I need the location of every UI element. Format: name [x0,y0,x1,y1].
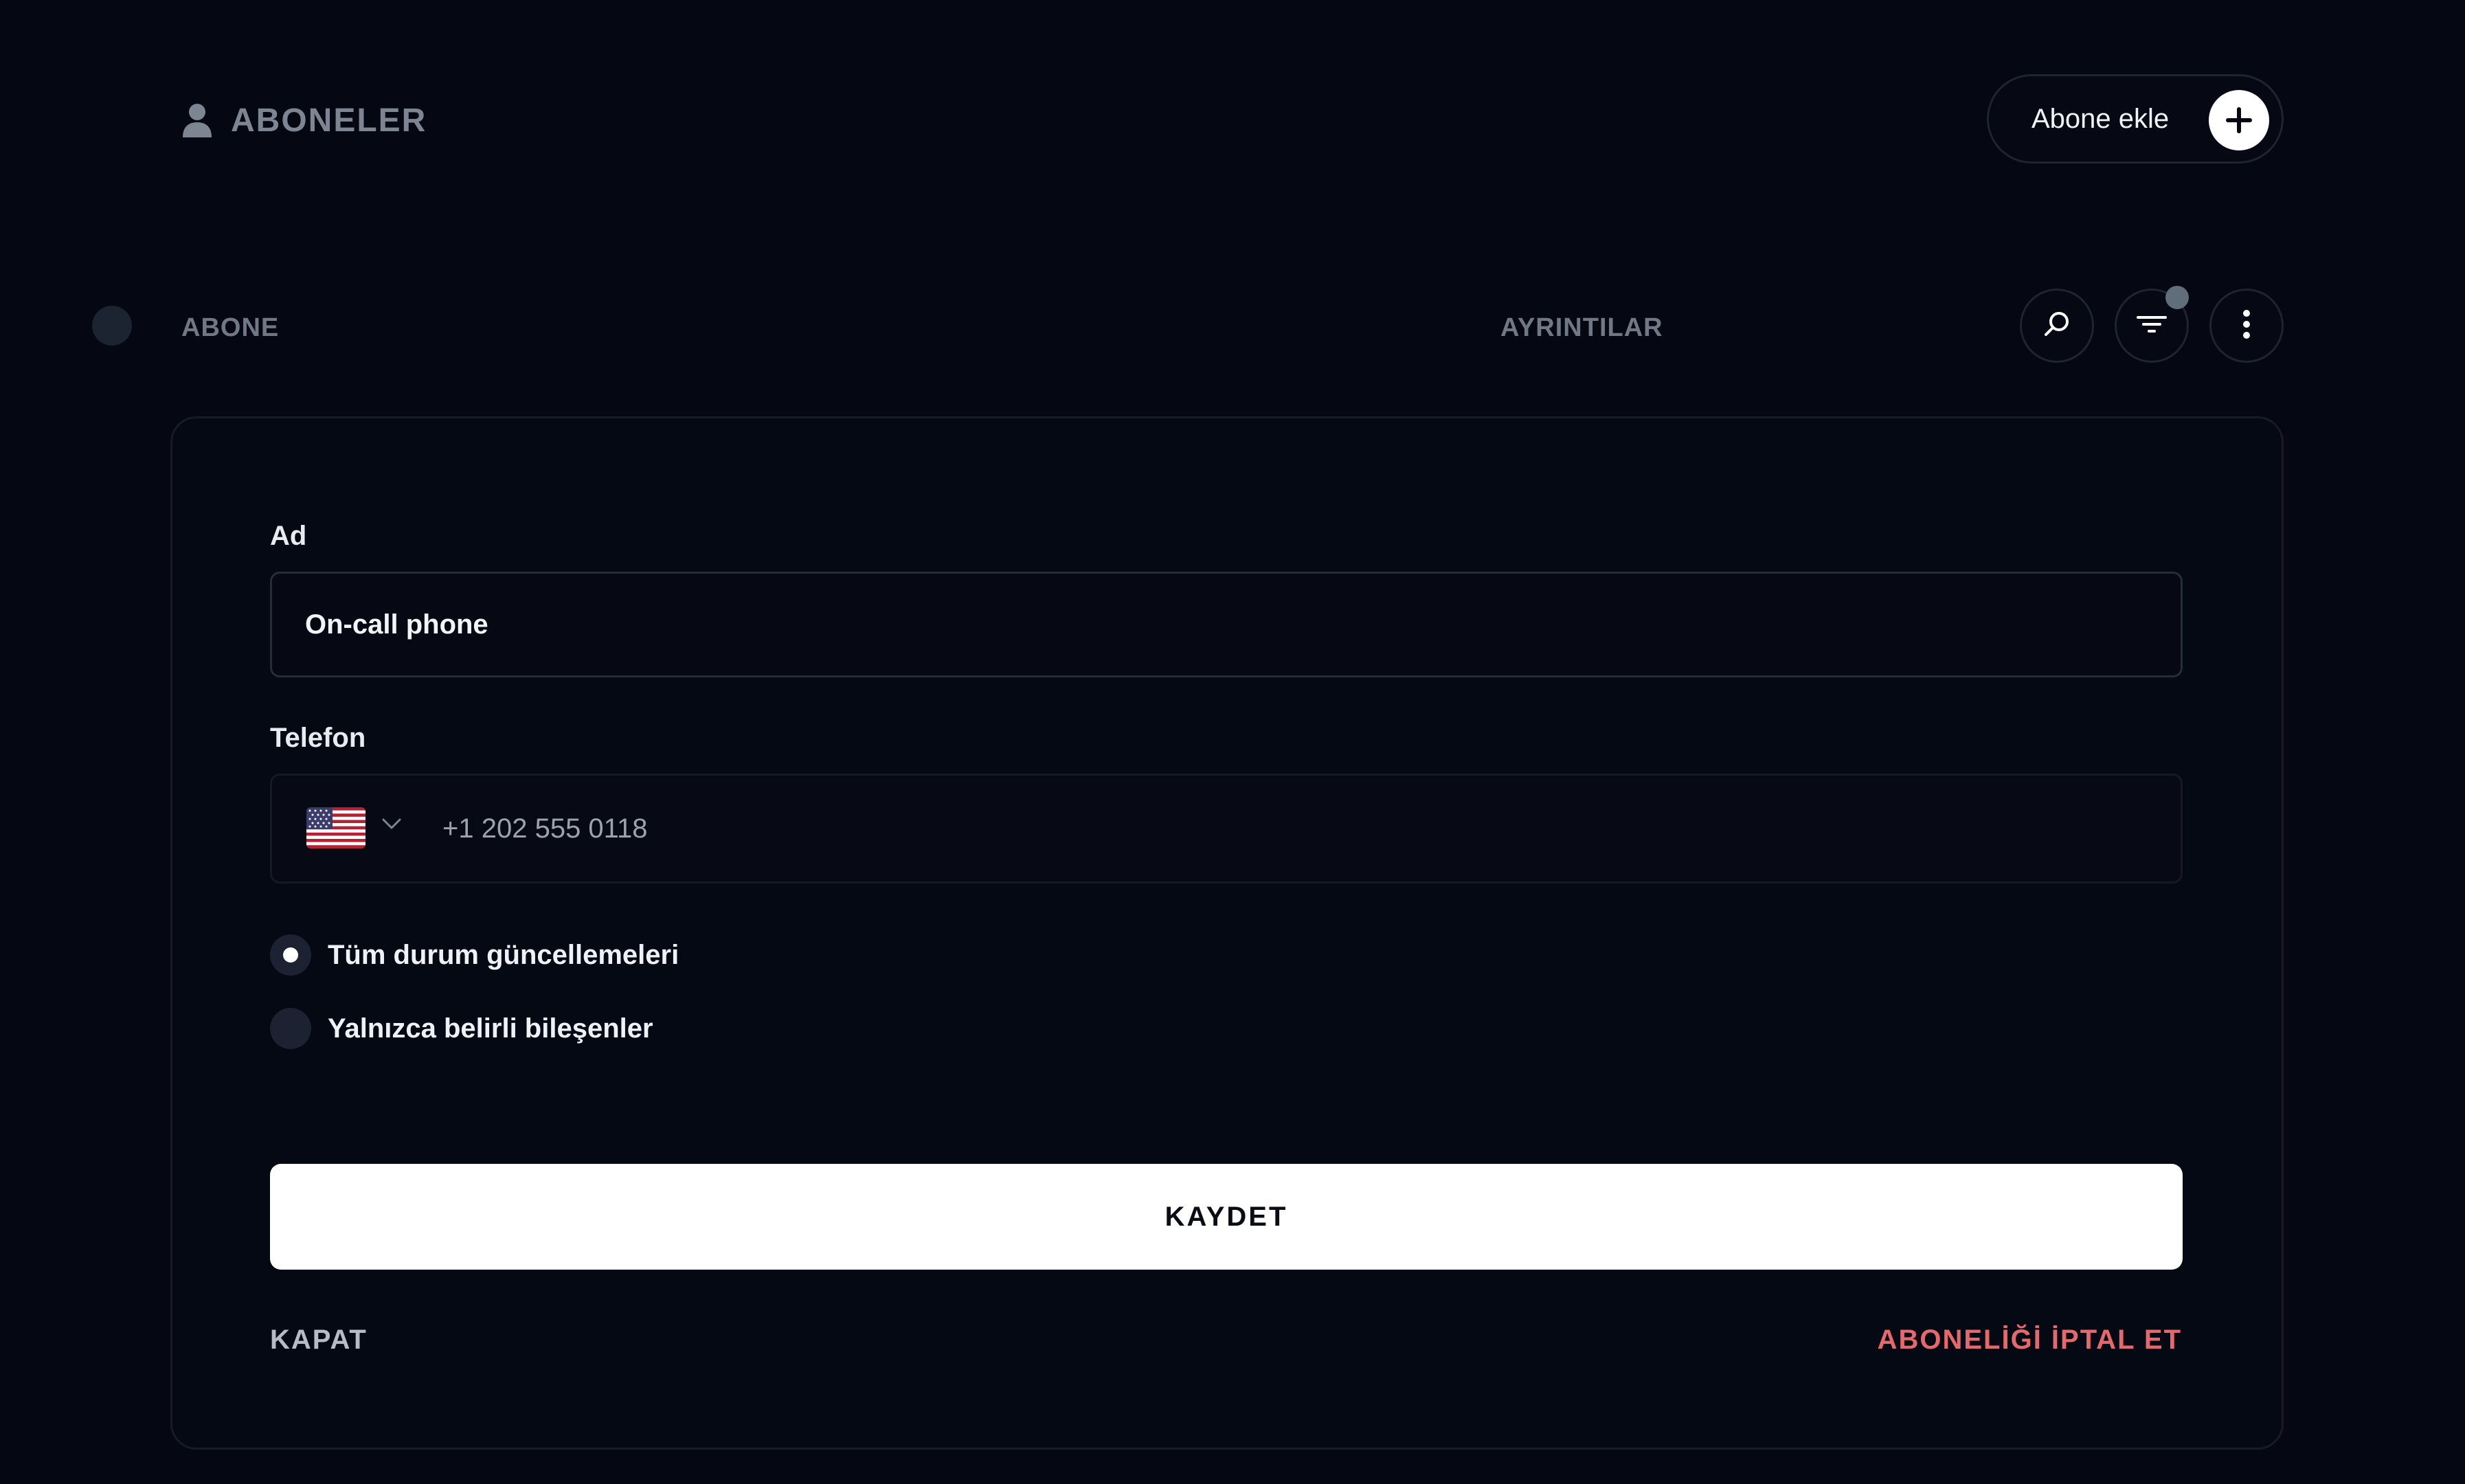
user-icon [181,103,213,137]
us-flag-icon[interactable] [306,807,365,848]
page-title-text: ABONELER [231,102,427,139]
radio-button-selected[interactable] [270,934,311,976]
filter-active-badge [2165,286,2189,309]
name-field-value: On-call phone [305,609,488,640]
search-button[interactable] [2020,289,2094,363]
add-subscriber-label: Abone ekle [2031,103,2170,134]
phone-field[interactable]: +1 202 555 0118 [270,774,2183,884]
name-label: Ad [270,521,307,551]
radio-dot [283,947,298,963]
radio-button[interactable] [270,1008,311,1049]
phone-field-value: +1 202 555 0118 [442,813,648,844]
radio-specific-components[interactable]: Yalnızca belirli bileşenler [270,1008,653,1049]
subscribers-page: ABONELER Abone ekle ABONE AYRINTILAR Ad … [0,0,2465,1484]
add-subscriber-button[interactable]: Abone ekle [1987,74,2284,164]
filter-icon [2135,311,2168,341]
page-title: ABONELER [181,95,427,146]
more-vertical-icon [2242,309,2251,343]
more-options-button[interactable] [2209,289,2284,363]
search-icon [2042,309,2072,343]
name-field[interactable]: On-call phone [270,572,2183,677]
column-header-subscriber: ABONE [181,313,280,342]
radio-all-updates[interactable]: Tüm durum güncellemeleri [270,934,679,976]
chevron-down-icon[interactable] [381,817,403,834]
unsubscribe-button[interactable]: ABONELİĞİ İPTAL ET [1878,1325,2182,1356]
phone-label: Telefon [270,723,366,753]
plus-icon [2209,90,2269,150]
close-button[interactable]: KAPAT [270,1325,368,1356]
radio-specific-components-label: Yalnızca belirli bileşenler [328,1013,653,1044]
save-button[interactable]: KAYDET [270,1164,2183,1270]
radio-all-updates-label: Tüm durum güncellemeleri [328,939,679,970]
select-all-checkbox[interactable] [92,306,132,346]
column-header-details: AYRINTILAR [1500,313,1663,342]
